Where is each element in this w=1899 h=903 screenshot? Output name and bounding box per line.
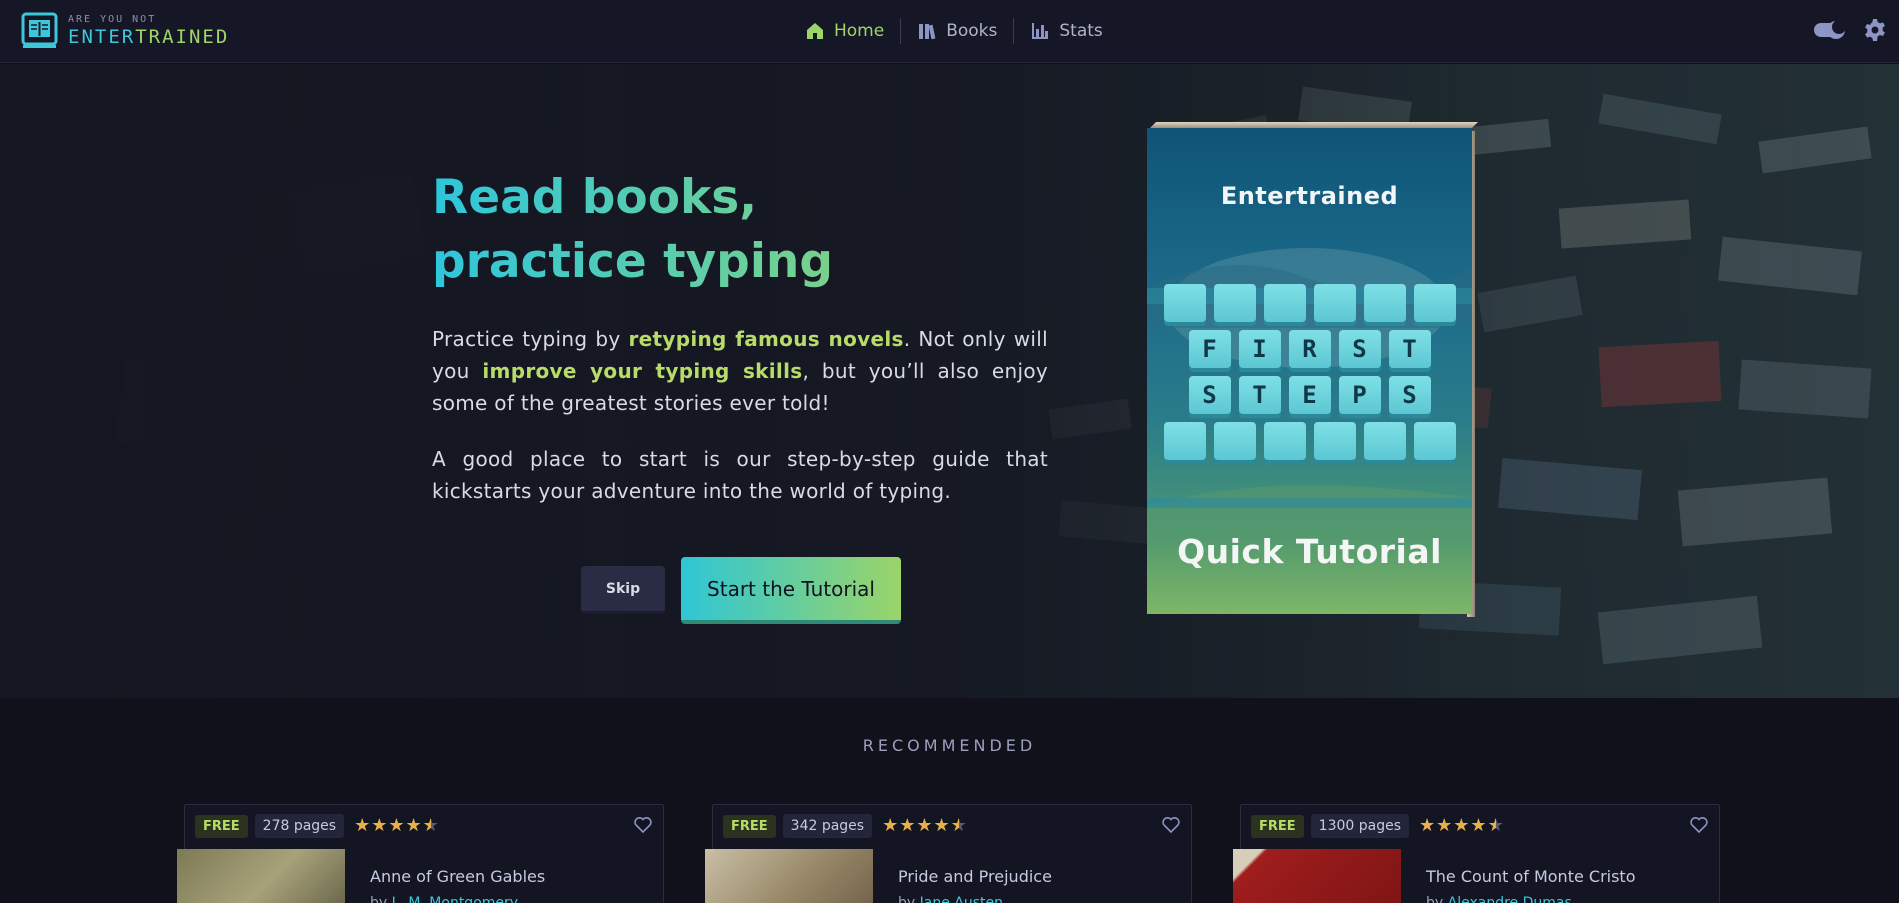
- star-icon: ★: [1453, 815, 1470, 836]
- nav-home-label: Home: [834, 21, 885, 41]
- book-card[interactable]: FREE 1300 pages ★ ★ ★ ★ ★ The Count of Monte…: [1233, 804, 1720, 903]
- pages-badge: 1300 pages: [1310, 814, 1409, 838]
- logo-tagline: ARE YOU NOT: [68, 14, 157, 25]
- cover-keys-first: FIRST: [1147, 330, 1472, 368]
- book-author: by L. M. Montgomery: [370, 895, 518, 903]
- star-icon: ★: [1419, 815, 1436, 836]
- pages-badge: 278 pages: [254, 814, 345, 838]
- books-icon: [919, 24, 936, 40]
- star-icon: ★: [388, 815, 405, 836]
- pages-badge: 342 pages: [782, 814, 873, 838]
- cover-keys-top: [1147, 284, 1472, 322]
- heart-icon[interactable]: [633, 815, 653, 835]
- star-icon: ★: [933, 815, 950, 836]
- book-title: Quick Tutorial: [1177, 532, 1442, 571]
- rating-stars: ★ ★ ★ ★ ★: [882, 817, 968, 835]
- tutorial-book-cover[interactable]: FIRST STEPS Entertrained Quick Tutorial: [1147, 122, 1478, 617]
- star-icon: ★: [354, 815, 371, 836]
- hero-guide-text: A good place to start is our step-by-ste…: [432, 447, 1048, 503]
- skip-button[interactable]: Skip: [581, 566, 665, 614]
- nav-stats-label: Stats: [1059, 21, 1103, 41]
- site-logo[interactable]: ARE YOU NOT ENTERTRAINED: [21, 12, 229, 50]
- half-star-icon: ★: [1487, 815, 1504, 836]
- book-title[interactable]: Anne of Green Gables: [370, 867, 545, 886]
- card-meta: FREE 1300 pages ★ ★ ★ ★ ★: [1251, 814, 1505, 838]
- book-cover-thumbnail[interactable]: [1233, 849, 1401, 903]
- header-controls: [1813, 18, 1899, 42]
- hero-title-line1: Read books,: [432, 170, 758, 225]
- book-logo-icon: [21, 12, 58, 48]
- book-card[interactable]: FREE 278 pages ★ ★ ★ ★ ★ Anne of Green Gable…: [177, 804, 664, 903]
- half-star-icon: ★: [422, 815, 439, 836]
- cover-keys-bottom: [1147, 422, 1472, 460]
- book-brand: Entertrained: [1220, 182, 1399, 210]
- star-icon: ★: [916, 815, 933, 836]
- book-title[interactable]: Pride and Prejudice: [898, 867, 1052, 886]
- heart-icon[interactable]: [1161, 815, 1181, 835]
- card-meta: FREE 278 pages ★ ★ ★ ★ ★: [195, 814, 440, 838]
- recommended-heading: RECOMMENDED: [862, 736, 1037, 755]
- free-badge: FREE: [195, 814, 248, 838]
- card-meta: FREE 342 pages ★ ★ ★ ★ ★: [723, 814, 968, 838]
- main-nav: Home Books Stats: [805, 17, 1119, 45]
- start-tutorial-button[interactable]: Start the Tutorial: [681, 557, 901, 624]
- nav-home[interactable]: Home: [805, 17, 900, 45]
- highlight-typing-skills: improve your typing skills: [482, 359, 803, 383]
- free-badge: FREE: [1251, 814, 1304, 838]
- half-star-icon: ★: [950, 815, 967, 836]
- stats-icon: [1032, 23, 1049, 39]
- gear-icon[interactable]: [1863, 18, 1887, 42]
- book-card[interactable]: FREE 342 pages ★ ★ ★ ★ ★ Pride and Prejudice…: [705, 804, 1192, 903]
- star-icon: ★: [882, 815, 899, 836]
- star-icon: ★: [1470, 815, 1487, 836]
- nav-books-label: Books: [946, 21, 998, 41]
- free-badge: FREE: [723, 814, 776, 838]
- moon-toggle-icon[interactable]: [1813, 19, 1847, 41]
- nav-books[interactable]: Books: [901, 17, 1013, 45]
- book-author: by Alexandre Dumas: [1426, 895, 1572, 903]
- heart-icon[interactable]: [1689, 815, 1709, 835]
- cover-keys-steps: STEPS: [1147, 376, 1472, 414]
- logo-wordmark: ENTERTRAINED: [68, 26, 230, 48]
- book-author: by Jane Austen: [898, 895, 1003, 903]
- hero-description: Practice typing by retyping famous novel…: [432, 327, 1048, 415]
- book-cover-thumbnail[interactable]: [705, 849, 873, 903]
- hero-title: Read books, practice typing: [432, 166, 952, 294]
- star-icon: ★: [371, 815, 388, 836]
- star-icon: ★: [899, 815, 916, 836]
- book-cover-art: FIRST STEPS Entertrained Quick Tutorial: [1147, 128, 1472, 614]
- author-link[interactable]: Jane Austen: [920, 895, 1003, 903]
- rating-stars: ★ ★ ★ ★ ★: [354, 817, 440, 835]
- hero-section: Read books, practice typing Practice typ…: [0, 64, 1899, 698]
- author-link[interactable]: Alexandre Dumas: [1448, 895, 1572, 903]
- book-title[interactable]: The Count of Monte Cristo: [1426, 867, 1635, 886]
- author-link[interactable]: L. M. Montgomery: [392, 895, 518, 903]
- top-navbar: ARE YOU NOT ENTERTRAINED Home Books Stat…: [0, 0, 1899, 63]
- nav-stats[interactable]: Stats: [1014, 17, 1118, 45]
- highlight-retyping: retyping famous novels: [628, 327, 904, 351]
- book-cover-thumbnail[interactable]: [177, 849, 345, 903]
- rating-stars: ★ ★ ★ ★ ★: [1419, 817, 1505, 835]
- star-icon: ★: [1436, 815, 1453, 836]
- hero-title-line2: practice typing: [432, 234, 834, 289]
- star-icon: ★: [405, 815, 422, 836]
- home-icon: [807, 23, 823, 39]
